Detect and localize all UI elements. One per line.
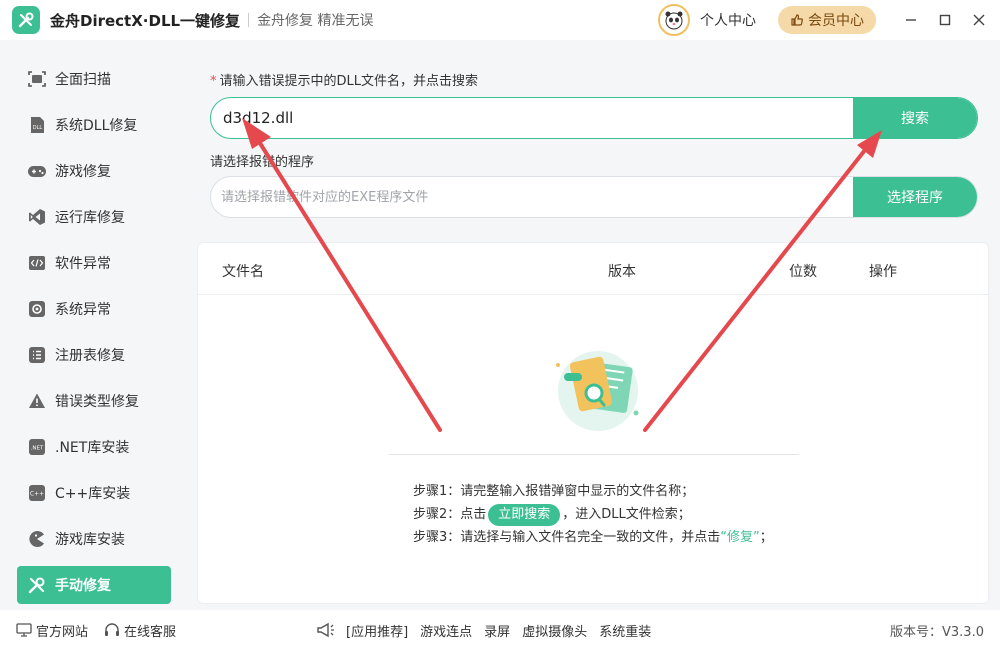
scan-icon bbox=[27, 69, 47, 89]
online-service-link[interactable]: 在线客服 bbox=[104, 621, 176, 640]
version-label: 版本号：V3.3.0 bbox=[890, 624, 984, 640]
required-mark: * bbox=[210, 74, 217, 89]
footer-link-screen-record[interactable]: 录屏 bbox=[484, 621, 510, 640]
app-title: 金舟DirectX·DLL一键修复 bbox=[50, 11, 241, 30]
sidebar-item-label: 全面扫描 bbox=[55, 72, 111, 88]
gamepad-icon bbox=[27, 161, 47, 181]
monitor-icon bbox=[16, 623, 32, 637]
cpp-icon: C++ bbox=[27, 483, 47, 503]
sidebar-item-game-repair[interactable]: 游戏修复 bbox=[17, 152, 171, 190]
official-website-link[interactable]: 官方网站 bbox=[16, 621, 88, 640]
warning-icon bbox=[27, 391, 47, 411]
sidebar-item-label: 游戏修复 bbox=[55, 164, 111, 180]
column-bits: 位数 bbox=[789, 264, 817, 280]
dll-search-input[interactable] bbox=[211, 98, 853, 138]
sidebar-item-label: 手动修复 bbox=[55, 578, 111, 594]
thumbs-up-icon bbox=[791, 14, 803, 26]
dll-icon: DLL bbox=[27, 115, 47, 135]
sidebar-item-dotnet-install[interactable]: .NET .NET库安装 bbox=[17, 428, 171, 466]
sidebar-item-label: 错误类型修复 bbox=[55, 394, 139, 410]
instruction-steps: 步骤1：请完整输入报错弹窗中显示的文件名称； 步骤2：点击 立即搜索 ，进入DLL文… bbox=[413, 480, 773, 549]
search-box: 搜索 bbox=[210, 97, 978, 139]
svg-text:DLL: DLL bbox=[33, 125, 43, 131]
footer-link-system-reinstall[interactable]: 系统重装 bbox=[599, 621, 651, 640]
sidebar-item-game-lib-install[interactable]: 游戏库安装 bbox=[17, 520, 171, 558]
sidebar-item-label: 游戏库安装 bbox=[55, 532, 125, 548]
search-label: * 请输入错误提示中的DLL文件名，并点击搜索 bbox=[210, 70, 478, 89]
sidebar-item-registry-repair[interactable]: 注册表修复 bbox=[17, 336, 171, 374]
program-path-input[interactable] bbox=[211, 177, 853, 217]
search-label-text: 请输入错误提示中的DLL文件名，并点击搜索 bbox=[219, 74, 479, 89]
wrench-icon bbox=[27, 575, 47, 595]
vip-center-button[interactable]: 会员中心 bbox=[778, 6, 876, 34]
app-slogan: 金舟修复 精准无误 bbox=[257, 13, 374, 29]
svg-text:C++: C++ bbox=[30, 491, 44, 498]
app-logo-icon bbox=[12, 6, 40, 34]
step-2-suffix: ，进入DLL文件检索； bbox=[562, 507, 691, 522]
sidebar-item-software-error[interactable]: 软件异常 bbox=[17, 244, 171, 282]
sidebar: 全面扫描 DLL 系统DLL修复 游戏修复 运行库修复 软件异常 系统异常 注册… bbox=[0, 40, 188, 610]
title-bar: 金舟DirectX·DLL一键修复 金舟修复 精准无误 个人中心 会员中心 bbox=[0, 0, 1000, 40]
sidebar-item-error-type-repair[interactable]: 错误类型修复 bbox=[17, 382, 171, 420]
step-2: 步骤2：点击 立即搜索 ，进入DLL文件检索； bbox=[413, 503, 773, 526]
maximize-icon bbox=[939, 14, 951, 26]
sidebar-item-cpp-install[interactable]: C++ C++库安装 bbox=[17, 474, 171, 512]
step-3: 步骤3：请选择与输入文件名完全一致的文件，并点击“修复”； bbox=[413, 526, 773, 549]
net-icon: .NET bbox=[27, 437, 47, 457]
online-service-label: 在线客服 bbox=[124, 624, 177, 640]
footer-link-virtual-camera[interactable]: 虚拟摄像头 bbox=[522, 621, 587, 640]
results-panel: 文件名 版本 位数 操作 步骤1：请完整输入报错弹窗中显示的文件名称； 步骤2：… bbox=[197, 242, 989, 604]
column-filename: 文件名 bbox=[222, 264, 264, 280]
search-button[interactable]: 搜索 bbox=[853, 98, 977, 138]
divider bbox=[389, 454, 799, 455]
step-2-prefix: 步骤2：点击 bbox=[413, 507, 487, 522]
search-now-button[interactable]: 立即搜索 bbox=[488, 504, 561, 526]
sidebar-item-manual-repair[interactable]: 手动修复 bbox=[17, 566, 171, 604]
repair-highlight: “修复” bbox=[720, 530, 760, 545]
program-box: 选择程序 bbox=[210, 176, 978, 218]
app-recommend-label: [应用推荐] bbox=[346, 624, 409, 640]
minimize-icon bbox=[906, 19, 916, 21]
maximize-button[interactable] bbox=[928, 0, 962, 40]
step-1: 步骤1：请完整输入报错弹窗中显示的文件名称； bbox=[413, 484, 695, 499]
sidebar-item-label: 系统DLL修复 bbox=[55, 118, 138, 134]
minimize-button[interactable] bbox=[894, 0, 928, 40]
code-icon bbox=[27, 253, 47, 273]
sidebar-item-full-scan[interactable]: 全面扫描 bbox=[17, 60, 171, 98]
sidebar-item-label: 系统异常 bbox=[55, 302, 111, 318]
column-version: 版本 bbox=[608, 264, 636, 280]
sidebar-item-system-error[interactable]: 系统异常 bbox=[17, 290, 171, 328]
sidebar-item-system-dll[interactable]: DLL 系统DLL修复 bbox=[17, 106, 171, 144]
close-icon bbox=[973, 14, 985, 26]
svg-text:.NET: .NET bbox=[31, 446, 44, 452]
avatar[interactable] bbox=[658, 4, 690, 36]
footer: 官方网站 在线客服 [应用推荐] 游戏连点 录屏 虚拟摄像头 系统重装 版本号：… bbox=[0, 610, 1000, 650]
headset-icon bbox=[105, 623, 120, 636]
list-icon bbox=[27, 345, 47, 365]
program-label: 请选择报错的程序 bbox=[210, 155, 315, 170]
step-3-prefix: 步骤3：请选择与输入文件名完全一致的文件，并点击 bbox=[413, 530, 721, 545]
gear-icon bbox=[27, 299, 47, 319]
sidebar-item-label: 注册表修复 bbox=[55, 348, 125, 364]
select-program-button[interactable]: 选择程序 bbox=[853, 177, 977, 217]
sidebar-item-label: 运行库修复 bbox=[55, 210, 125, 226]
user-center-link[interactable]: 个人中心 bbox=[700, 10, 756, 30]
official-website-label: 官方网站 bbox=[36, 624, 89, 640]
megaphone-icon bbox=[317, 622, 334, 638]
vs-icon bbox=[27, 207, 47, 227]
close-button[interactable] bbox=[962, 0, 996, 40]
column-action: 操作 bbox=[869, 264, 897, 280]
sidebar-item-label: .NET库安装 bbox=[55, 440, 130, 456]
table-header: 文件名 版本 位数 操作 bbox=[198, 243, 988, 295]
vip-center-label: 会员中心 bbox=[808, 13, 864, 29]
sidebar-item-runtime-repair[interactable]: 运行库修复 bbox=[17, 198, 171, 236]
sidebar-item-label: C++库安装 bbox=[55, 486, 131, 502]
empty-search-illustration bbox=[548, 343, 644, 437]
footer-link-auto-clicker[interactable]: 游戏连点 bbox=[420, 621, 472, 640]
pacman-icon bbox=[27, 529, 47, 549]
sidebar-item-label: 软件异常 bbox=[55, 256, 111, 272]
step-3-suffix: ； bbox=[759, 530, 773, 545]
main-panel: *请输入错误提示中的DLL文件名，并点击搜索 搜索 请选择报错的程序 选择程序 … bbox=[188, 40, 1000, 610]
title-separator bbox=[248, 13, 250, 27]
